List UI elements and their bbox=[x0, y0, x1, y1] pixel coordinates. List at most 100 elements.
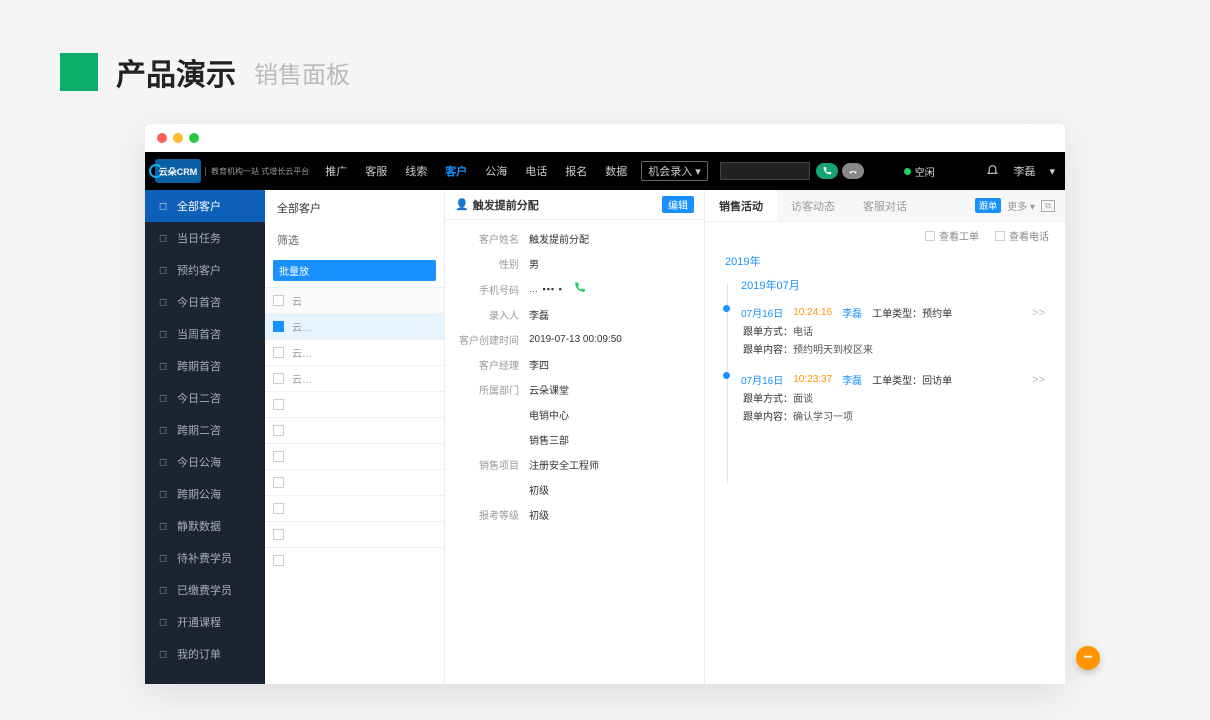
chevron-down-icon: ▾ bbox=[695, 165, 701, 178]
sidebar-item-1[interactable]: ◻当日任务 bbox=[145, 222, 265, 254]
activity-tab-1[interactable]: 访客动态 bbox=[777, 190, 849, 221]
fab-minus-button[interactable]: − bbox=[1076, 646, 1100, 670]
detail-header: 👤 触发提前分配 编辑 bbox=[445, 190, 704, 220]
table-row[interactable] bbox=[265, 495, 444, 521]
call-hangup-button[interactable] bbox=[842, 163, 864, 179]
timeline-month: 2019年07月 bbox=[741, 277, 1045, 293]
filter-ticket[interactable]: 查看工单 bbox=[925, 228, 979, 243]
entry-date: 07月16日 bbox=[741, 305, 783, 320]
nav-item-6[interactable]: 报名 bbox=[559, 163, 593, 179]
row-checkbox[interactable] bbox=[273, 503, 284, 514]
sidebar-item-3[interactable]: ◻ 今日首咨 bbox=[145, 286, 265, 318]
entry-line: 跟单内容：预约明天到校区来 bbox=[741, 338, 1045, 356]
row-checkbox[interactable] bbox=[273, 399, 284, 410]
entry-user[interactable]: 李磊 bbox=[842, 372, 862, 387]
sidebar-item-label: 今日首咨 bbox=[177, 294, 221, 310]
filter-label[interactable]: 筛选 bbox=[265, 226, 444, 254]
detail-field-value: 男 bbox=[529, 256, 690, 271]
row-checkbox[interactable] bbox=[273, 477, 284, 488]
sidebar-item-label: 全部客户 bbox=[177, 198, 221, 214]
user-icon: ◻ bbox=[157, 200, 169, 212]
edit-button[interactable]: 编辑 bbox=[662, 196, 694, 213]
sidebar-item-13[interactable]: ◻开通课程 bbox=[145, 606, 265, 638]
detail-field-value: 李四 bbox=[529, 357, 690, 372]
user-name[interactable]: 李磊 bbox=[1013, 163, 1035, 179]
nav-item-5[interactable]: 电话 bbox=[519, 163, 553, 179]
app-window: 云朵CRM 教育机构一站 式增长云平台 推广客服线索客户公海电话报名数据 机会录… bbox=[145, 124, 1065, 684]
minimize-dot[interactable] bbox=[173, 133, 183, 143]
detail-field-value: 销售三部 bbox=[529, 432, 690, 447]
row-checkbox[interactable] bbox=[273, 373, 284, 384]
phone-icon[interactable] bbox=[573, 281, 586, 297]
mute-icon: ◻ bbox=[157, 520, 169, 532]
row-checkbox[interactable] bbox=[273, 347, 284, 358]
opportunity-label: 机会录入 bbox=[648, 163, 692, 179]
sidebar-item-7[interactable]: ◻跨期二咨 bbox=[145, 414, 265, 446]
table-row[interactable] bbox=[265, 469, 444, 495]
sidebar-item-2[interactable]: ◻预约客户 bbox=[145, 254, 265, 286]
user-dropdown-icon[interactable]: ▾ bbox=[1049, 165, 1055, 178]
select-all-checkbox[interactable] bbox=[273, 295, 284, 306]
row-checkbox[interactable] bbox=[273, 555, 284, 566]
detail-field-label: 性别 bbox=[459, 256, 529, 271]
consult-icon: ◻ bbox=[157, 296, 169, 308]
detail-field-label: 客户创建时间 bbox=[459, 332, 529, 347]
call-answer-button[interactable] bbox=[816, 163, 838, 179]
table-row[interactable] bbox=[265, 417, 444, 443]
activity-tab-0[interactable]: 销售活动 bbox=[705, 190, 777, 221]
course-icon: ◻ bbox=[157, 616, 169, 628]
nav-item-3[interactable]: 客户 bbox=[439, 163, 473, 179]
table-row[interactable] bbox=[265, 391, 444, 417]
sidebar-item-12[interactable]: ◻已缴费学员 bbox=[145, 574, 265, 606]
entry-user[interactable]: 李磊 bbox=[842, 305, 862, 320]
sidebar-item-8[interactable]: ◻今日公海 bbox=[145, 446, 265, 478]
maximize-dot[interactable] bbox=[189, 133, 199, 143]
sidebar-item-label: 跨期公海 bbox=[177, 486, 221, 502]
sidebar-item-9[interactable]: ◻跨期公海 bbox=[145, 478, 265, 510]
detail-field-label: 销售项目 bbox=[459, 457, 529, 472]
row-checkbox[interactable] bbox=[273, 321, 284, 332]
row-checkbox[interactable] bbox=[273, 451, 284, 462]
table-row[interactable]: 云… bbox=[265, 365, 444, 391]
entry-expand-icon[interactable]: >> bbox=[1032, 374, 1045, 386]
row-checkbox[interactable] bbox=[273, 425, 284, 436]
detail-row: 客户创建时间2019-07-13 00:09:50 bbox=[445, 327, 704, 352]
nav-item-0[interactable]: 推广 bbox=[319, 163, 353, 179]
sidebar-item-10[interactable]: ◻静默数据 bbox=[145, 510, 265, 542]
row-checkbox[interactable] bbox=[273, 529, 284, 540]
table-row[interactable] bbox=[265, 443, 444, 469]
filter-call[interactable]: 查看电话 bbox=[995, 228, 1049, 243]
entry-expand-icon[interactable]: >> bbox=[1032, 307, 1045, 319]
detail-body: 客户姓名触发提前分配性别男手机号码… ▪▪▪ ▪录入人李磊客户创建时间2019-… bbox=[445, 220, 704, 533]
sidebar-item-6[interactable]: ◻今日二咨 bbox=[145, 382, 265, 414]
expand-icon[interactable]: ⧉ bbox=[1041, 200, 1055, 212]
brand-logo[interactable]: 云朵CRM bbox=[155, 159, 201, 183]
table-row[interactable] bbox=[265, 521, 444, 547]
follow-tag[interactable]: 跟单 bbox=[975, 198, 1001, 213]
nav-item-4[interactable]: 公海 bbox=[479, 163, 513, 179]
opportunity-button[interactable]: 机会录入 ▾ bbox=[641, 161, 708, 181]
bell-icon[interactable] bbox=[986, 163, 999, 179]
nav-item-7[interactable]: 数据 bbox=[599, 163, 633, 179]
nav-item-1[interactable]: 客服 bbox=[359, 163, 393, 179]
order-icon: ◻ bbox=[157, 648, 169, 660]
batch-release-button[interactable]: 批量放 bbox=[273, 260, 436, 281]
activity-tab-2[interactable]: 客服对话 bbox=[849, 190, 921, 221]
entry-line: 跟单内容：确认学习一项 bbox=[741, 405, 1045, 423]
sidebar-item-14[interactable]: ◻我的订单 bbox=[145, 638, 265, 670]
page-header: 产品演示 销售面板 bbox=[0, 0, 1210, 124]
detail-row: 性别男 bbox=[445, 251, 704, 276]
sidebar-item-11[interactable]: ◻待补费学员 bbox=[145, 542, 265, 574]
detail-row: 手机号码… ▪▪▪ ▪ bbox=[445, 276, 704, 302]
table-row[interactable]: 云… bbox=[265, 313, 444, 339]
search-input[interactable] bbox=[720, 162, 810, 180]
timeline: 2019年 2019年07月 07月16日10:24:16李磊工单类型：预约单>… bbox=[705, 249, 1065, 684]
table-row[interactable] bbox=[265, 547, 444, 573]
table-row[interactable]: 云… bbox=[265, 339, 444, 365]
close-dot[interactable] bbox=[157, 133, 167, 143]
more-link[interactable]: 更多 ▾ bbox=[1007, 198, 1035, 213]
sidebar-item-4[interactable]: ◻当周首咨 bbox=[145, 318, 265, 350]
sidebar-item-0[interactable]: ◻ 全部客户 bbox=[145, 190, 265, 222]
nav-item-2[interactable]: 线索 bbox=[399, 163, 433, 179]
sidebar-item-5[interactable]: ◻跨期首咨 bbox=[145, 350, 265, 382]
